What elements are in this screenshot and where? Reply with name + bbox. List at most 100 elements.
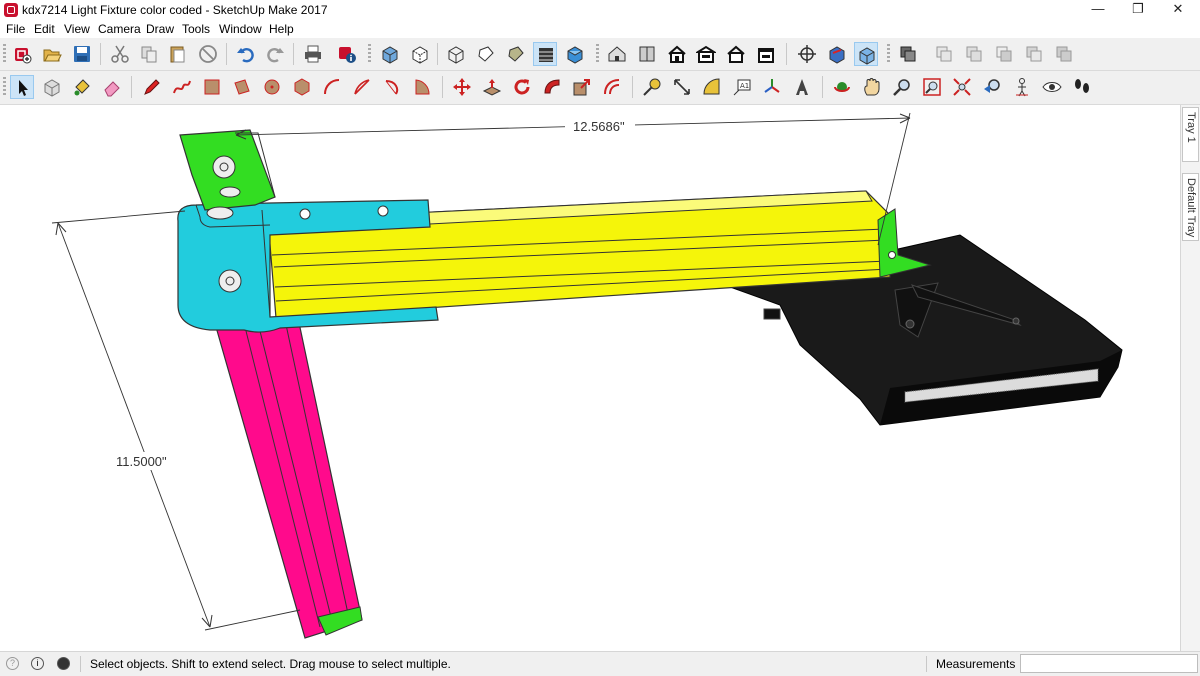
- shaded-icon[interactable]: [504, 42, 528, 66]
- rotate-icon[interactable]: [510, 75, 534, 99]
- three-point-arc-icon[interactable]: [380, 75, 404, 99]
- menu-tools[interactable]: Tools: [182, 22, 210, 36]
- union-icon[interactable]: [962, 42, 986, 66]
- shaded-textures-icon[interactable]: [533, 42, 557, 66]
- orbit-icon[interactable]: [830, 75, 854, 99]
- hidden-line-icon[interactable]: [474, 42, 498, 66]
- select-icon[interactable]: [10, 75, 34, 99]
- dimension-icon[interactable]: [670, 75, 694, 99]
- walk-icon[interactable]: [1070, 75, 1094, 99]
- pencil-icon[interactable]: [140, 75, 164, 99]
- sketchup-app-icon: [4, 3, 18, 17]
- model-canvas[interactable]: 12.5686" 11.5000": [0, 105, 1180, 651]
- 3d-text-icon[interactable]: [790, 75, 814, 99]
- model-info-icon[interactable]: [335, 42, 359, 66]
- close-button[interactable]: ✕: [1156, 0, 1200, 20]
- measurements-input[interactable]: [1020, 654, 1198, 673]
- circle-icon[interactable]: [260, 75, 284, 99]
- credits-icon[interactable]: i: [31, 657, 44, 670]
- iso-view-icon[interactable]: [605, 42, 629, 66]
- zoom-extents-icon[interactable]: [950, 75, 974, 99]
- print-icon[interactable]: [301, 42, 325, 66]
- minimize-button[interactable]: —: [1076, 0, 1120, 20]
- magenta-extrusion[interactable]: [213, 317, 363, 639]
- push-pull-icon[interactable]: [480, 75, 504, 99]
- toolbar-grip[interactable]: [3, 44, 6, 64]
- look-around-icon[interactable]: [1040, 75, 1064, 99]
- top-view-icon[interactable]: [635, 42, 659, 66]
- paint-bucket-icon[interactable]: [70, 75, 94, 99]
- left-view-icon[interactable]: [754, 42, 778, 66]
- monochrome-icon[interactable]: [563, 42, 587, 66]
- right-view-icon[interactable]: [694, 42, 718, 66]
- toolbar-grip[interactable]: [887, 44, 890, 64]
- offset-icon[interactable]: [600, 75, 624, 99]
- freehand-icon[interactable]: [170, 75, 194, 99]
- erase-icon[interactable]: [196, 42, 220, 66]
- back-view-icon[interactable]: [724, 42, 748, 66]
- zoom-window-icon[interactable]: [920, 75, 944, 99]
- make-component-icon[interactable]: [40, 75, 64, 99]
- geo-location-icon[interactable]: ?: [6, 657, 19, 670]
- open-icon[interactable]: [40, 42, 64, 66]
- rectangle-icon[interactable]: [200, 75, 224, 99]
- polygon-icon[interactable]: [290, 75, 314, 99]
- zoom-icon[interactable]: [890, 75, 914, 99]
- new-icon[interactable]: [10, 42, 34, 66]
- toolbar-grip[interactable]: [368, 44, 371, 64]
- wireframe-icon[interactable]: [444, 42, 468, 66]
- green-end-bracket-right[interactable]: [877, 208, 932, 278]
- redo-icon[interactable]: [263, 42, 287, 66]
- menu-view[interactable]: View: [64, 22, 90, 36]
- front-view-icon[interactable]: [665, 42, 689, 66]
- follow-me-icon[interactable]: [540, 75, 564, 99]
- menu-help[interactable]: Help: [269, 22, 294, 36]
- pie-icon[interactable]: [410, 75, 434, 99]
- sign-in-icon[interactable]: [57, 657, 70, 670]
- scale-icon[interactable]: [570, 75, 594, 99]
- status-hint: Select objects. Shift to extend select. …: [90, 657, 451, 671]
- text-icon[interactable]: A1: [730, 75, 754, 99]
- eraser-icon[interactable]: [100, 75, 124, 99]
- measurements-label: Measurements: [936, 657, 1016, 671]
- move-icon[interactable]: [450, 75, 474, 99]
- trim-icon[interactable]: [1022, 42, 1046, 66]
- previous-view-icon[interactable]: [980, 75, 1004, 99]
- toolbar-grip[interactable]: [596, 44, 599, 64]
- arc-icon[interactable]: [320, 75, 344, 99]
- protractor-icon[interactable]: [700, 75, 724, 99]
- subtract-icon[interactable]: [992, 42, 1016, 66]
- two-point-arc-icon[interactable]: [350, 75, 374, 99]
- position-camera-icon[interactable]: [1010, 75, 1034, 99]
- menu-draw[interactable]: Draw: [146, 22, 174, 36]
- menu-edit[interactable]: Edit: [34, 22, 55, 36]
- menu-camera[interactable]: Camera: [98, 22, 141, 36]
- model-viewport[interactable]: 12.5686" 11.5000": [0, 105, 1180, 651]
- split-icon[interactable]: [1052, 42, 1076, 66]
- maximize-button[interactable]: ❐: [1116, 0, 1160, 20]
- toolbar-separator: [131, 76, 132, 98]
- save-icon[interactable]: [70, 42, 94, 66]
- toolbar-grip[interactable]: [3, 77, 6, 97]
- xray-icon[interactable]: [378, 42, 402, 66]
- undo-icon[interactable]: [234, 42, 258, 66]
- back-edges-icon[interactable]: [408, 42, 432, 66]
- axes-icon[interactable]: [760, 75, 784, 99]
- display-section-cuts-icon[interactable]: [854, 42, 878, 66]
- intersect-icon[interactable]: [932, 42, 956, 66]
- menu-file[interactable]: File: [6, 22, 25, 36]
- rotated-rectangle-icon[interactable]: [230, 75, 254, 99]
- tray-tab-default-tray[interactable]: Default Tray: [1182, 173, 1199, 241]
- standard-toolbar: [0, 38, 1200, 71]
- menu-window[interactable]: Window: [219, 22, 262, 36]
- display-section-planes-icon[interactable]: [825, 42, 849, 66]
- tray-panel: Tray 1 Default Tray: [1180, 105, 1200, 651]
- tape-measure-icon[interactable]: [640, 75, 664, 99]
- copy-icon[interactable]: [137, 42, 161, 66]
- section-plane-icon[interactable]: [795, 42, 819, 66]
- outer-shell-icon[interactable]: [896, 42, 920, 66]
- pan-icon[interactable]: [860, 75, 884, 99]
- paste-icon[interactable]: [166, 42, 190, 66]
- cut-icon[interactable]: [108, 42, 132, 66]
- tray-tab-tray-1[interactable]: Tray 1: [1182, 107, 1199, 162]
